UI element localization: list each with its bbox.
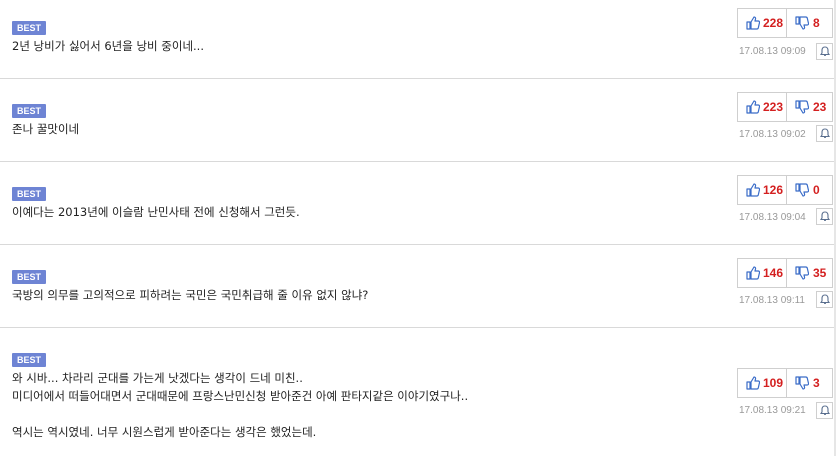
vote-box: 223 23	[737, 92, 833, 122]
vote-box: 228 8	[737, 8, 833, 38]
comment-date: 17.08.13 09:04	[739, 212, 806, 223]
thumbs-down-icon	[795, 376, 809, 390]
comment-date: 17.08.13 09:21	[739, 405, 806, 416]
thumbs-up-icon	[746, 16, 760, 30]
bell-icon	[820, 211, 830, 221]
upvote-button[interactable]: 109	[738, 369, 787, 397]
bell-icon	[820, 128, 830, 138]
report-button[interactable]	[816, 208, 833, 225]
best-badge: BEST	[12, 21, 46, 35]
report-button[interactable]	[816, 402, 833, 419]
downvote-button[interactable]: 8	[786, 9, 832, 37]
best-badge: BEST	[12, 104, 46, 118]
downvote-count: 8	[813, 16, 820, 30]
thumbs-up-icon	[746, 376, 760, 390]
comment-text-line: 국방의 의무를 고의적으로 피하려는 국민은 국민취급해 줄 이유 없지 않냐?	[12, 288, 369, 302]
downvote-count: 23	[813, 100, 827, 114]
best-badge: BEST	[12, 353, 46, 367]
comment-text-line: 이예다는 2013년에 이슬람 난민사태 전에 신청해서 그런듯.	[12, 205, 300, 219]
downvote-count: 35	[813, 266, 827, 280]
downvote-count: 3	[813, 376, 820, 390]
thumbs-down-icon	[795, 16, 809, 30]
upvote-count: 228	[763, 16, 784, 30]
upvote-button[interactable]: 228	[738, 9, 787, 37]
comment-text-line: 미디어에서 떠들어대면서 군대때문에 프랑스난민신청 받아준건 아예 판타지같은…	[12, 389, 469, 403]
downvote-button[interactable]: 0	[786, 176, 832, 204]
upvote-count: 223	[763, 100, 784, 114]
thumbs-down-icon	[795, 266, 809, 280]
downvote-button[interactable]: 3	[786, 369, 832, 397]
comment-text-line: 존나 꿀맛이네	[12, 122, 80, 136]
comment-text-line: 2년 낭비가 싫어서 6년을 낭비 중이네...	[12, 39, 204, 53]
comment-date: 17.08.13 09:02	[739, 129, 806, 140]
comment-item: BEST 와 시바... 차라리 군대를 가는게 낫겠다는 생각이 드네 미친.…	[0, 328, 836, 456]
thumbs-down-icon	[795, 100, 809, 114]
best-badge: BEST	[12, 187, 46, 201]
upvote-button[interactable]: 223	[738, 93, 787, 121]
thumbs-up-icon	[746, 183, 760, 197]
comment-item: BEST 이예다는 2013년에 이슬람 난민사태 전에 신청해서 그런듯. 1…	[0, 162, 836, 245]
comment-text-line: 와 시바... 차라리 군대를 가는게 낫겠다는 생각이 드네 미친..	[12, 371, 303, 385]
report-button[interactable]	[816, 291, 833, 308]
vote-box: 126 0	[737, 175, 833, 205]
upvote-button[interactable]: 146	[738, 259, 787, 287]
downvote-count: 0	[813, 183, 820, 197]
bell-icon	[820, 405, 830, 415]
report-button[interactable]	[816, 43, 833, 60]
upvote-count: 109	[763, 376, 784, 390]
downvote-button[interactable]: 35	[786, 259, 832, 287]
upvote-count: 126	[763, 183, 784, 197]
downvote-button[interactable]: 23	[786, 93, 832, 121]
vote-box: 109 3	[737, 368, 833, 398]
thumbs-up-icon	[746, 100, 760, 114]
comment-date: 17.08.13 09:11	[739, 295, 805, 306]
upvote-count: 146	[763, 266, 784, 280]
best-badge: BEST	[12, 270, 46, 284]
vote-box: 146 35	[737, 258, 833, 288]
comment-item: BEST 2년 낭비가 싫어서 6년을 낭비 중이네... 228 8 17.0…	[0, 0, 836, 79]
bell-icon	[820, 46, 830, 56]
comment-text-line: 역시는 역시였네. 너무 시원스럽게 받아준다는 생각은 했었는데.	[12, 425, 317, 439]
comment-date: 17.08.13 09:09	[739, 46, 806, 57]
bell-icon	[820, 294, 830, 304]
comment-item: BEST 국방의 의무를 고의적으로 피하려는 국민은 국민취급해 줄 이유 없…	[0, 245, 836, 328]
report-button[interactable]	[816, 125, 833, 142]
thumbs-down-icon	[795, 183, 809, 197]
upvote-button[interactable]: 126	[738, 176, 787, 204]
thumbs-up-icon	[746, 266, 760, 280]
comment-item: BEST 존나 꿀맛이네 223 23 17.08.13 09:02	[0, 79, 836, 162]
